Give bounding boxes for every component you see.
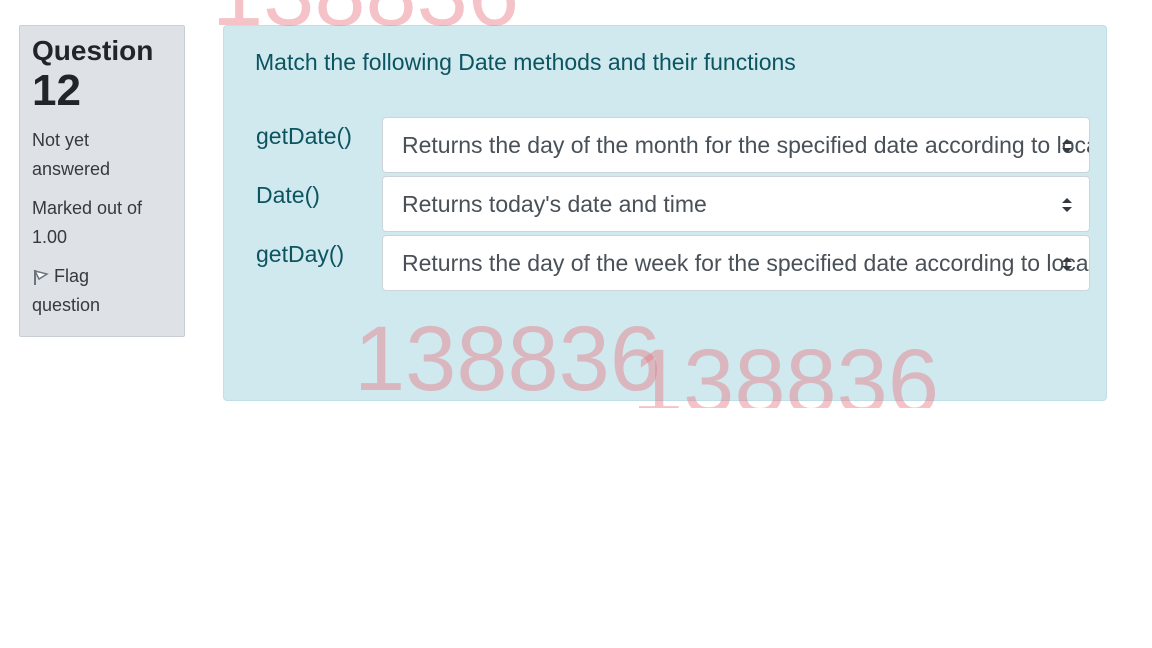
match-label: getDay()	[256, 241, 345, 267]
select-value: Returns today's date and time	[402, 191, 707, 217]
match-select[interactable]: Returns today's date and time	[382, 176, 1090, 232]
chevron-updown-icon	[1062, 198, 1072, 212]
chevron-updown-icon	[1062, 139, 1072, 153]
match-select[interactable]: Returns the day of the month for the spe…	[382, 117, 1090, 173]
question-text: Match the following Date methods and the…	[255, 49, 796, 75]
flag-question-button[interactable]: Flag question	[32, 262, 132, 320]
match-label: getDate()	[256, 123, 352, 149]
match-label: Date()	[256, 182, 320, 208]
select-value: Returns the day of the month for the spe…	[402, 132, 1090, 158]
chevron-updown-icon	[1062, 257, 1072, 271]
question-info: Question 12 Not yet answered Marked out …	[19, 25, 185, 337]
select-value: Returns the day of the week for the spec…	[402, 250, 1090, 276]
match-row: getDay() Returns the day of the week for…	[256, 235, 1092, 291]
question-number: 12	[32, 66, 81, 115]
question-content: Match the following Date methods and the…	[223, 25, 1107, 401]
match-row: Date() Returns today's date and time	[256, 176, 1092, 232]
question-state: Not yet answered	[32, 130, 111, 179]
question-grade: Marked out of 1.00	[32, 198, 143, 247]
flag-icon	[33, 269, 49, 285]
match-select[interactable]: Returns the day of the week for the spec…	[382, 235, 1090, 291]
question-label: Question	[32, 35, 154, 66]
match-row: getDate() Returns the day of the month f…	[256, 117, 1092, 173]
